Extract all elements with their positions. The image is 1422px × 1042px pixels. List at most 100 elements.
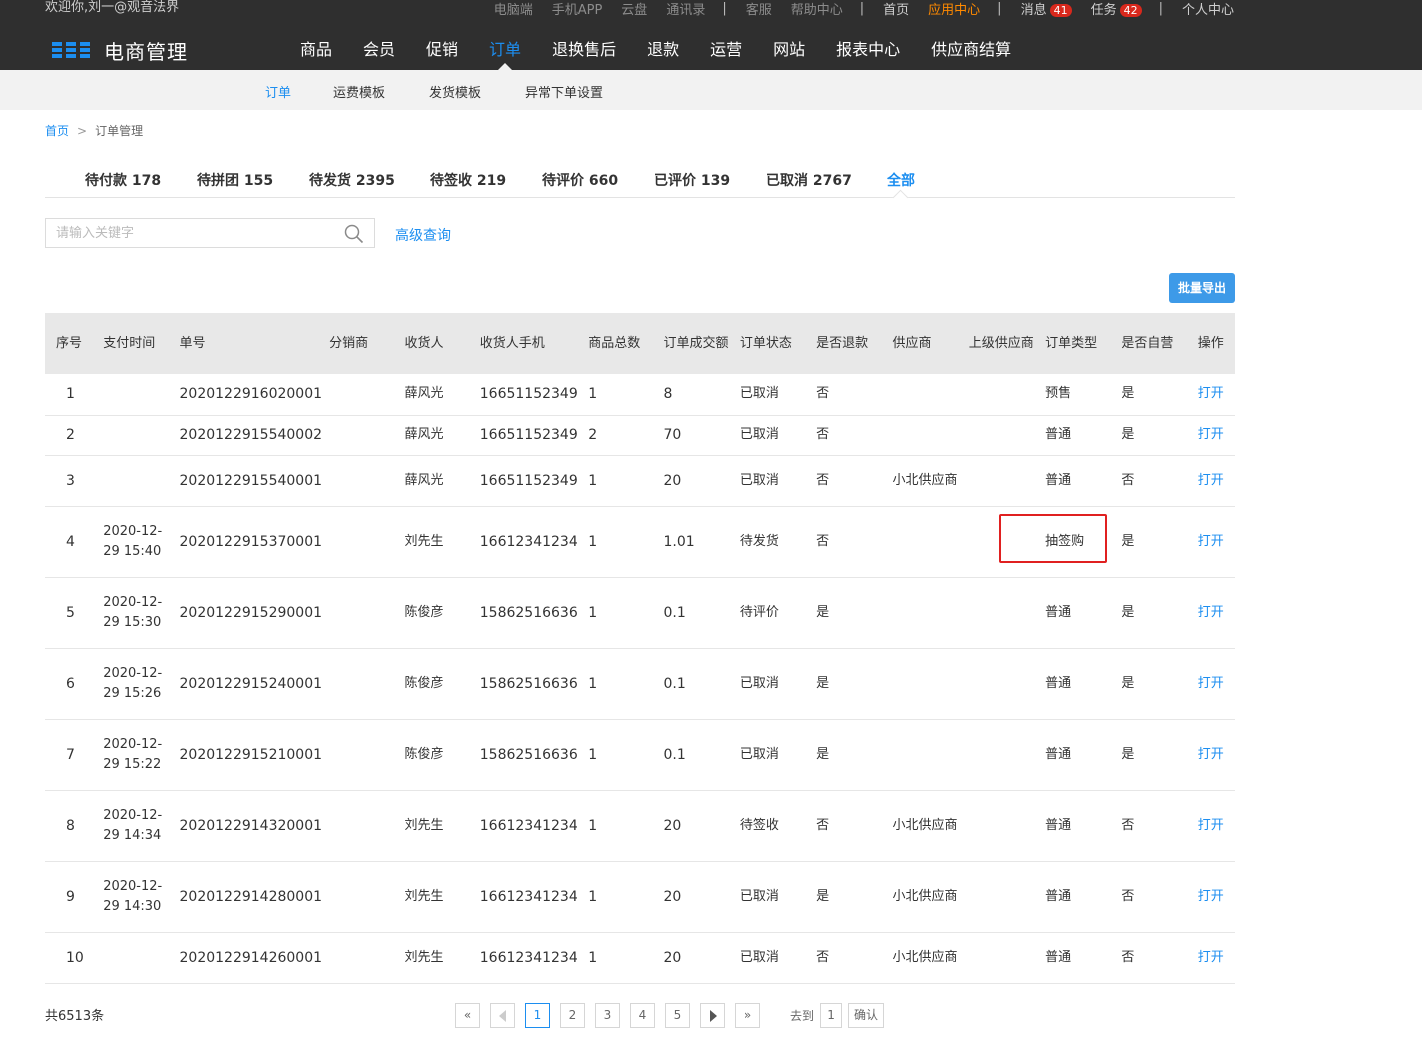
cell-action[interactable]: 打开	[1186, 577, 1235, 649]
orders-table: 序号 支付时间 单号 分销商 收货人 收货人手机 商品总数 订单成交额 订单状态…	[45, 313, 1235, 984]
cell-supplier	[881, 577, 958, 649]
link-contacts[interactable]: 通讯录	[666, 0, 705, 18]
cell-order-no: 2020122915290001	[168, 577, 322, 649]
divider: |	[1158, 0, 1163, 16]
page-1-button[interactable]: 1	[525, 1003, 550, 1028]
search-input[interactable]	[46, 219, 336, 247]
first-page-button[interactable]: «	[455, 1003, 480, 1028]
cell-self-operated: 是	[1110, 648, 1187, 720]
subnav-shipping-template[interactable]: 运费模板	[333, 82, 385, 101]
page-4-button[interactable]: 4	[630, 1003, 655, 1028]
search-icon[interactable]	[344, 224, 364, 244]
page-2-button[interactable]: 2	[560, 1003, 585, 1028]
cell-refund: 是	[805, 577, 882, 649]
col-header-pay-time: 支付时间	[103, 335, 156, 351]
cell-action[interactable]: 打开	[1186, 932, 1235, 984]
page-5-button[interactable]: 5	[665, 1003, 690, 1028]
cell-receiver: 刘先生	[393, 506, 469, 578]
link-app-center[interactable]: 应用中心	[928, 0, 980, 18]
cell-refund: 是	[805, 648, 882, 720]
batch-export-button[interactable]: 批量导出	[1169, 273, 1235, 303]
cell-order-type: 普通	[1034, 577, 1111, 649]
link-cloud-disk[interactable]: 云盘	[621, 0, 647, 18]
tab-pending-payment[interactable]: 待付款 178	[85, 170, 161, 190]
col-header-receiver: 收货人	[404, 335, 444, 351]
cell-action[interactable]: 打开	[1186, 648, 1235, 720]
nav-website[interactable]: 网站	[773, 36, 805, 70]
cell-action[interactable]: 打开	[1186, 506, 1235, 578]
divider: |	[722, 0, 727, 16]
subnav-abnormal-order-settings[interactable]: 异常下单设置	[525, 82, 603, 101]
cell-action[interactable]: 打开	[1186, 861, 1235, 933]
cell-order-type: 普通	[1034, 861, 1111, 933]
cell-quantity: 1	[577, 506, 653, 578]
cell-refund: 否	[805, 506, 882, 578]
link-customer-service[interactable]: 客服	[746, 0, 772, 18]
link-help-center[interactable]: 帮助中心	[791, 0, 843, 18]
breadcrumb-separator: >	[77, 124, 88, 138]
nav-refunds[interactable]: 退款	[647, 36, 679, 70]
cell-refund: 否	[805, 932, 882, 984]
nav-promotions[interactable]: 促销	[426, 36, 458, 70]
nav-orders[interactable]: 订单	[489, 36, 521, 70]
link-messages[interactable]: 消息 41	[1021, 0, 1072, 18]
goto-page-input[interactable]: 1	[820, 1003, 843, 1028]
nav-operations[interactable]: 运营	[710, 36, 742, 70]
nav-supplier-settlement[interactable]: 供应商结算	[931, 36, 1011, 70]
cell-phone: 16612341234	[468, 861, 578, 933]
cell-quantity: 2	[577, 415, 653, 456]
chevron-left-icon	[498, 1009, 506, 1022]
table-row: 8 2020-12-29 14:34 2020122914320001 刘先生 1661…	[45, 790, 1235, 862]
cell-action[interactable]: 打开	[1186, 374, 1235, 416]
cell-amount: 0.1	[652, 719, 729, 791]
confirm-goto-button[interactable]: 确认	[848, 1003, 885, 1028]
link-home[interactable]: 首页	[883, 0, 909, 18]
cell-supplier: 小北供应商	[881, 790, 958, 862]
advanced-search-link[interactable]: 高级查询	[395, 225, 451, 245]
tab-pending-review[interactable]: 待评价 660	[542, 170, 618, 190]
table-row: 3 2020122915540001 薛风光 16651152349 1 20 已取消否小北…	[45, 455, 1235, 507]
prev-page-button[interactable]	[490, 1003, 515, 1028]
tab-cancelled[interactable]: 已取消 2767	[766, 170, 852, 190]
cell-action[interactable]: 打开	[1186, 415, 1235, 456]
nav-returns[interactable]: 退换售后	[552, 36, 616, 70]
tab-pending-receipt[interactable]: 待签收 219	[430, 170, 506, 190]
cell-action[interactable]: 打开	[1186, 455, 1235, 507]
breadcrumb-home[interactable]: 首页	[45, 124, 69, 138]
chevron-right-icon	[709, 1009, 717, 1022]
cell-pay-time: 2020-12-29 14:34	[92, 790, 169, 862]
link-desktop[interactable]: 电脑端	[494, 0, 533, 18]
link-tasks[interactable]: 任务 42	[1091, 0, 1142, 18]
brand-logo[interactable]: 电商管理	[52, 36, 188, 65]
subnav-orders[interactable]: 订单	[265, 82, 291, 101]
total-count: 共6513条	[45, 1009, 105, 1024]
cell-status: 待签收	[728, 790, 806, 862]
tab-all[interactable]: 全部	[887, 170, 915, 190]
tab-pending-shipment[interactable]: 待发货 2395	[309, 170, 395, 190]
cell-parent-supplier	[957, 455, 1035, 507]
cell-status: 已取消	[728, 374, 806, 416]
cell-action[interactable]: 打开	[1186, 719, 1235, 791]
cell-self-operated: 否	[1110, 455, 1187, 507]
cell-distributor	[318, 415, 394, 456]
link-profile[interactable]: 个人中心	[1182, 0, 1234, 18]
nav-products[interactable]: 商品	[300, 36, 332, 70]
cell-receiver: 刘先生	[393, 790, 469, 862]
subnav-delivery-template[interactable]: 发货模板	[429, 82, 481, 101]
last-page-button[interactable]: »	[735, 1003, 760, 1028]
tab-pending-group[interactable]: 待拼团 155	[197, 170, 273, 190]
page-3-button[interactable]: 3	[595, 1003, 620, 1028]
next-page-button[interactable]	[700, 1003, 725, 1028]
highlight-box	[999, 514, 1107, 563]
nav-reports[interactable]: 报表中心	[836, 36, 900, 70]
cell-action[interactable]: 打开	[1186, 790, 1235, 862]
tab-reviewed[interactable]: 已评价 139	[654, 170, 730, 190]
cell-parent-supplier	[957, 790, 1035, 862]
cell-phone: 15862516636	[468, 648, 578, 720]
col-header-parent-supplier: 上级供应商	[968, 335, 1034, 351]
cell-order-no: 2020122915540001	[168, 455, 322, 507]
cell-phone: 16651152349	[468, 415, 578, 456]
cell-supplier: 小北供应商	[881, 861, 958, 933]
nav-members[interactable]: 会员	[363, 36, 395, 70]
link-mobile-app[interactable]: 手机APP	[552, 0, 603, 18]
